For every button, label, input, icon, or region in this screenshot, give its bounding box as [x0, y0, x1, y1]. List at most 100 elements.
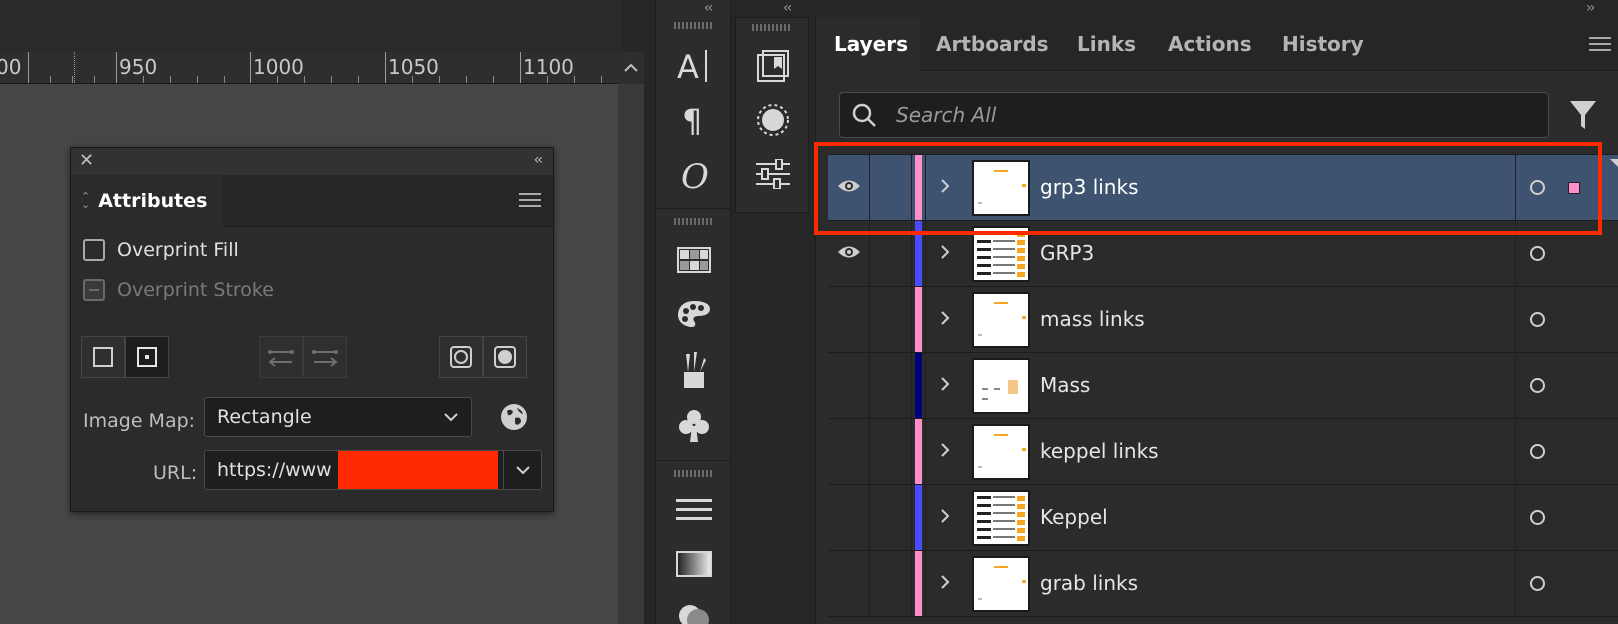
lock-toggle[interactable]: [870, 419, 912, 484]
layer-row[interactable]: grab links: [828, 551, 1618, 617]
properties-panel-button[interactable]: [736, 152, 810, 196]
tab-actions[interactable]: Actions: [1168, 17, 1252, 71]
close-icon[interactable]: ✕: [79, 150, 94, 171]
panel-menu-icon[interactable]: [519, 193, 541, 211]
checkbox-icon[interactable]: [83, 239, 105, 261]
evenodd-fill-button[interactable]: [125, 336, 169, 378]
layer-name[interactable]: Keppel: [1040, 485, 1108, 550]
layer-target[interactable]: [1515, 551, 1559, 616]
collapse-dock-icon[interactable]: ‹‹: [783, 0, 792, 16]
dock-grip[interactable]: [752, 24, 792, 31]
url-input[interactable]: https://www: [204, 450, 542, 490]
artboards-panel-button[interactable]: [736, 44, 810, 88]
panel-menu-icon[interactable]: [1589, 37, 1611, 55]
image-map-label: Image Map:: [83, 410, 196, 432]
tab-history[interactable]: History: [1282, 17, 1364, 71]
visibility-toggle[interactable]: [828, 353, 870, 418]
redaction-block: [338, 451, 498, 489]
opentype-icon: O: [681, 157, 709, 196]
show-center-button[interactable]: [483, 336, 527, 378]
tab-layers[interactable]: Layers: [816, 17, 920, 71]
layer-target[interactable]: [1515, 221, 1559, 286]
brushes-panel-button[interactable]: [656, 346, 732, 394]
layer-name[interactable]: grab links: [1040, 551, 1138, 616]
filter-icon[interactable]: [1568, 99, 1598, 135]
appearance-panel-button[interactable]: [736, 98, 810, 142]
layer-thumbnail: [972, 160, 1030, 216]
horizontal-ruler[interactable]: 00 950 1000 1050 1100: [0, 52, 618, 84]
layer-name[interactable]: Mass: [1040, 353, 1090, 418]
image-map-select[interactable]: Rectangle: [204, 397, 472, 437]
expand-dock-icon[interactable]: ››: [1586, 0, 1595, 16]
layers-search-field[interactable]: [839, 92, 1549, 138]
visibility-toggle[interactable]: [828, 287, 870, 352]
selection-indicator[interactable]: [1568, 182, 1580, 194]
expand-toggle[interactable]: [925, 419, 963, 484]
browser-globe-icon[interactable]: [499, 402, 529, 436]
nonzero-fill-button[interactable]: [81, 336, 125, 378]
url-history-dropdown[interactable]: [503, 451, 541, 489]
layer-target[interactable]: [1515, 287, 1559, 352]
visibility-toggle[interactable]: [828, 155, 870, 220]
expand-toggle[interactable]: [925, 485, 963, 550]
visibility-toggle[interactable]: [828, 485, 870, 550]
layer-row[interactable]: Keppel: [828, 485, 1618, 551]
visibility-toggle[interactable]: [828, 221, 870, 286]
swatches-panel-button[interactable]: [656, 238, 732, 282]
layer-name[interactable]: keppel links: [1040, 419, 1159, 484]
opentype-panel-button[interactable]: O: [656, 152, 732, 200]
layer-row[interactable]: Mass: [828, 353, 1618, 419]
collapse-icon[interactable]: ‹‹: [534, 152, 543, 168]
transparency-panel-button[interactable]: [656, 596, 732, 624]
collapse-dock-icon[interactable]: ‹‹: [704, 0, 713, 16]
layer-color-bar: [915, 155, 922, 220]
lock-toggle[interactable]: [870, 485, 912, 550]
lock-toggle[interactable]: [870, 287, 912, 352]
layer-target[interactable]: [1515, 485, 1559, 550]
attributes-panel-titlebar[interactable]: ✕ ‹‹: [71, 148, 553, 175]
expand-toggle[interactable]: [925, 287, 963, 352]
expand-toggle[interactable]: [925, 551, 963, 616]
tab-links[interactable]: Links: [1077, 17, 1137, 71]
layer-target[interactable]: [1515, 353, 1559, 418]
tab-label: History: [1282, 32, 1364, 56]
expand-toggle[interactable]: [925, 221, 963, 286]
character-panel-button[interactable]: A: [656, 44, 732, 88]
overprint-fill-checkbox[interactable]: Overprint Fill: [83, 239, 239, 261]
layer-row[interactable]: mass links: [828, 287, 1618, 353]
ruler-scroll-button[interactable]: [618, 52, 644, 84]
paragraph-panel-button[interactable]: ¶: [656, 98, 732, 142]
dock-grip[interactable]: [674, 218, 714, 225]
stroke-panel-button[interactable]: [656, 490, 732, 530]
document-canvas[interactable]: 00 950 1000 1050 1100 ✕ ‹‹ ⌃⌄ Attributes…: [0, 0, 644, 624]
ruler-minor-tick: [466, 76, 467, 83]
gradient-panel-button[interactable]: [656, 544, 732, 584]
lock-toggle[interactable]: [870, 353, 912, 418]
layer-name[interactable]: grp3 links: [1040, 155, 1139, 220]
color-guide-panel-button[interactable]: [656, 292, 732, 336]
dont-show-center-button[interactable]: [439, 336, 483, 378]
tab-artboards[interactable]: Artboards: [936, 17, 1049, 71]
visibility-toggle[interactable]: [828, 419, 870, 484]
tab-attributes[interactable]: ⌃ ⌄ Attributes: [71, 175, 223, 227]
vertical-scrollbar[interactable]: [618, 84, 644, 624]
layer-row[interactable]: GRP3: [828, 221, 1618, 287]
layer-name[interactable]: GRP3: [1040, 221, 1094, 286]
selection-corner-marker: [1610, 159, 1618, 167]
expand-toggle[interactable]: [925, 155, 963, 220]
symbols-panel-button[interactable]: [656, 404, 732, 448]
layer-target[interactable]: [1515, 155, 1559, 220]
expand-toggle[interactable]: [925, 353, 963, 418]
dock-grip[interactable]: [674, 22, 714, 29]
layer-row[interactable]: keppel links: [828, 419, 1618, 485]
lock-toggle[interactable]: [870, 551, 912, 616]
search-input[interactable]: [896, 103, 1536, 127]
layer-name[interactable]: mass links: [1040, 287, 1145, 352]
lock-toggle[interactable]: [870, 221, 912, 286]
visibility-toggle[interactable]: [828, 551, 870, 616]
dock-grip[interactable]: [674, 470, 714, 477]
layer-row[interactable]: grp3 links: [828, 155, 1618, 221]
lock-toggle[interactable]: [870, 155, 912, 220]
ruler-minor-tick: [304, 76, 305, 83]
layer-target[interactable]: [1515, 419, 1559, 484]
